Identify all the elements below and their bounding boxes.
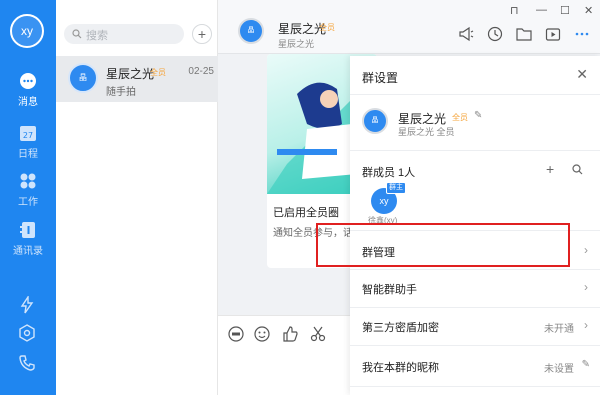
close-window-icon[interactable]: ✕ [584,4,593,17]
hexagon-settings-icon[interactable] [18,324,36,342]
add-member-icon[interactable]: + [546,161,554,177]
conversation-tag: 全员 [150,68,166,77]
row-label: 我在本群的昵称 [362,362,439,374]
highlight-box [316,223,570,267]
conversation-item[interactable]: 晶 星辰之光 全员 02-25 随手拍 [56,56,218,102]
history-icon[interactable] [487,26,503,42]
nav-label: 消息 [18,97,38,108]
divider [350,94,600,95]
announcement-icon[interactable] [458,26,474,42]
emoji-icon[interactable] [254,326,270,342]
chevron-right-icon: › [584,280,588,294]
my-nickname-row[interactable]: 我在本群的昵称 未设置 ✎ [350,348,600,384]
divider [350,345,600,346]
maximize-icon[interactable]: ☐ [560,4,570,17]
members-label: 群成员 1人 [362,167,416,179]
add-button[interactable]: + [192,24,212,44]
chevron-right-icon: › [584,243,588,257]
conversation-list: 搜索 + 晶 星辰之光 全员 02-25 随手拍 [56,0,218,395]
nav-messages[interactable]: 消息 [0,72,56,108]
calendar-icon: 27 [20,126,36,141]
nav-calendar[interactable]: 27 日程 [0,124,56,160]
phone-icon[interactable] [18,354,36,372]
search-placeholder: 搜索 [86,30,108,42]
conversation-time: 02-25 [188,66,214,77]
conversation-name: 星辰之光 [106,67,155,81]
card-title: 已启用全员圈 [273,207,339,219]
chat-subtitle: 星辰之光 [278,39,315,49]
owner-badge: 群主 [386,182,406,194]
thumbs-up-icon[interactable] [282,326,298,342]
video-icon[interactable] [545,26,561,42]
chat-header: 晶 星辰之光 全员 星辰之光 ⊓ — ☐ ✕ [218,0,600,54]
more-icon[interactable] [574,26,590,42]
minimize-icon[interactable]: — [536,4,547,16]
row-label: 智能群助手 [362,284,417,296]
edit-icon: ✎ [581,359,590,370]
group-subtitle: 星辰之光 全员 [398,127,455,137]
edit-icon[interactable]: ✎ [474,110,482,121]
close-icon[interactable]: ✕ [576,66,588,83]
lightning-icon[interactable] [18,296,36,314]
workbench-icon [20,173,36,189]
chat-tag: 全员 [319,23,335,32]
search-member-icon[interactable] [572,164,583,175]
nav-contacts[interactable]: 通讯录 [0,221,56,257]
divider [350,150,600,151]
scissors-icon[interactable] [310,326,326,342]
group-avatar[interactable]: 晶 [362,108,388,134]
user-avatar[interactable]: xy [10,14,44,48]
calendar-badge: 27 [23,131,33,140]
left-rail: xy 消息 27 日程 工作 通讯录 [0,0,56,395]
nav-label: 工作 [18,197,38,208]
divider [350,386,600,387]
row-value: 未设置 [544,364,574,375]
message-icon [20,73,36,89]
contacts-icon [20,222,35,238]
folder-icon[interactable] [516,26,532,42]
nav-work[interactable]: 工作 [0,172,56,208]
row-label: 第三方密盾加密 [362,322,439,334]
group-tag: 全员 [452,113,468,122]
gif-icon[interactable] [228,326,244,342]
panel-title: 群设置 [362,71,399,85]
row-value: 未开通 [544,324,574,335]
chevron-right-icon: › [584,318,588,332]
chat-avatar[interactable]: 晶 [238,18,264,44]
search-input[interactable]: 搜索 [64,24,184,44]
encryption-row[interactable]: 第三方密盾加密 未开通 › [350,308,600,344]
nav-label: 通讯录 [13,246,43,257]
search-icon [72,29,82,39]
conversation-preview: 随手拍 [106,87,136,98]
smart-assistant-row[interactable]: 智能群助手 › [350,270,600,306]
nav-label: 日程 [18,149,38,160]
pin-icon[interactable]: ⊓ [510,4,519,17]
conversation-avatar: 晶 [68,63,98,93]
